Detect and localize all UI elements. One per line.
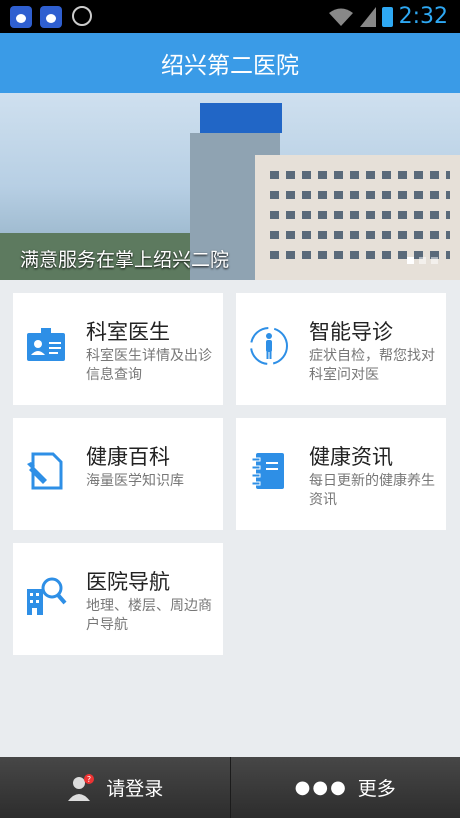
card-title: 医院导航: [86, 570, 170, 594]
status-bar: 2:32: [0, 0, 460, 33]
card-departments-doctors[interactable]: 科室医生 科室医生详情及出诊信息查询: [13, 293, 223, 405]
login-button[interactable]: ? 请登录: [0, 757, 230, 818]
page-title: 绍兴第二医院: [161, 53, 299, 79]
card-health-news[interactable]: 健康资讯 每日更新的健康养生资讯: [236, 418, 446, 530]
card-description: 科室医生详情及出诊信息查询: [86, 348, 212, 383]
card-title: 智能导诊: [309, 320, 393, 344]
more-label: 更多: [357, 778, 396, 800]
carousel-dot-active[interactable]: [407, 257, 414, 264]
notebook-icon: [251, 453, 284, 489]
card-description: 每日更新的健康养生资讯: [309, 473, 435, 508]
app-header: 绍兴第二医院: [0, 33, 460, 93]
more-button[interactable]: ●●● 更多: [231, 757, 460, 818]
carousel-indicator[interactable]: [407, 257, 438, 264]
carousel-dot[interactable]: [431, 257, 438, 264]
building-search-icon: [27, 577, 67, 615]
card-smart-triage[interactable]: 智能导诊 症状自检，帮您找对科室问对医: [236, 293, 446, 405]
card-description: 海量医学知识库: [86, 473, 184, 489]
carousel-dot[interactable]: [419, 257, 426, 264]
clock-icon: [72, 5, 92, 26]
svg-text:?: ?: [87, 775, 91, 784]
pencil-document-icon: [27, 452, 63, 490]
human-body-icon: [250, 327, 288, 365]
card-title: 健康资讯: [309, 445, 393, 469]
baidu-paw-icon: [40, 5, 62, 28]
card-health-encyclopedia[interactable]: 健康百科 海量医学知识库: [13, 418, 223, 530]
battery-icon: [381, 6, 393, 27]
baidu-paw-icon: [10, 5, 32, 28]
banner-caption: 满意服务在掌上绍兴二院: [20, 249, 230, 271]
card-description: 症状自检，帮您找对科室问对医: [309, 348, 435, 383]
signal-icon: [359, 6, 376, 27]
card-description: 地理、楼层、周边商户导航: [86, 598, 212, 633]
card-title: 健康百科: [86, 445, 170, 469]
doctor-id-card-icon: [27, 328, 65, 361]
hero-banner[interactable]: 满意服务在掌上绍兴二院: [0, 93, 460, 280]
bottom-bar: ? 请登录 ●●● 更多: [0, 757, 460, 818]
wifi-icon: [328, 8, 353, 26]
more-dots-icon: ●●●: [294, 777, 348, 798]
status-time: 2:32: [398, 4, 448, 29]
login-label: 请登录: [106, 778, 164, 800]
card-hospital-navigation[interactable]: 医院导航 地理、楼层、周边商户导航: [13, 543, 223, 655]
banner-hospital-sign: [200, 103, 282, 133]
card-title: 科室医生: [86, 320, 170, 344]
user-icon: ?: [68, 773, 95, 801]
